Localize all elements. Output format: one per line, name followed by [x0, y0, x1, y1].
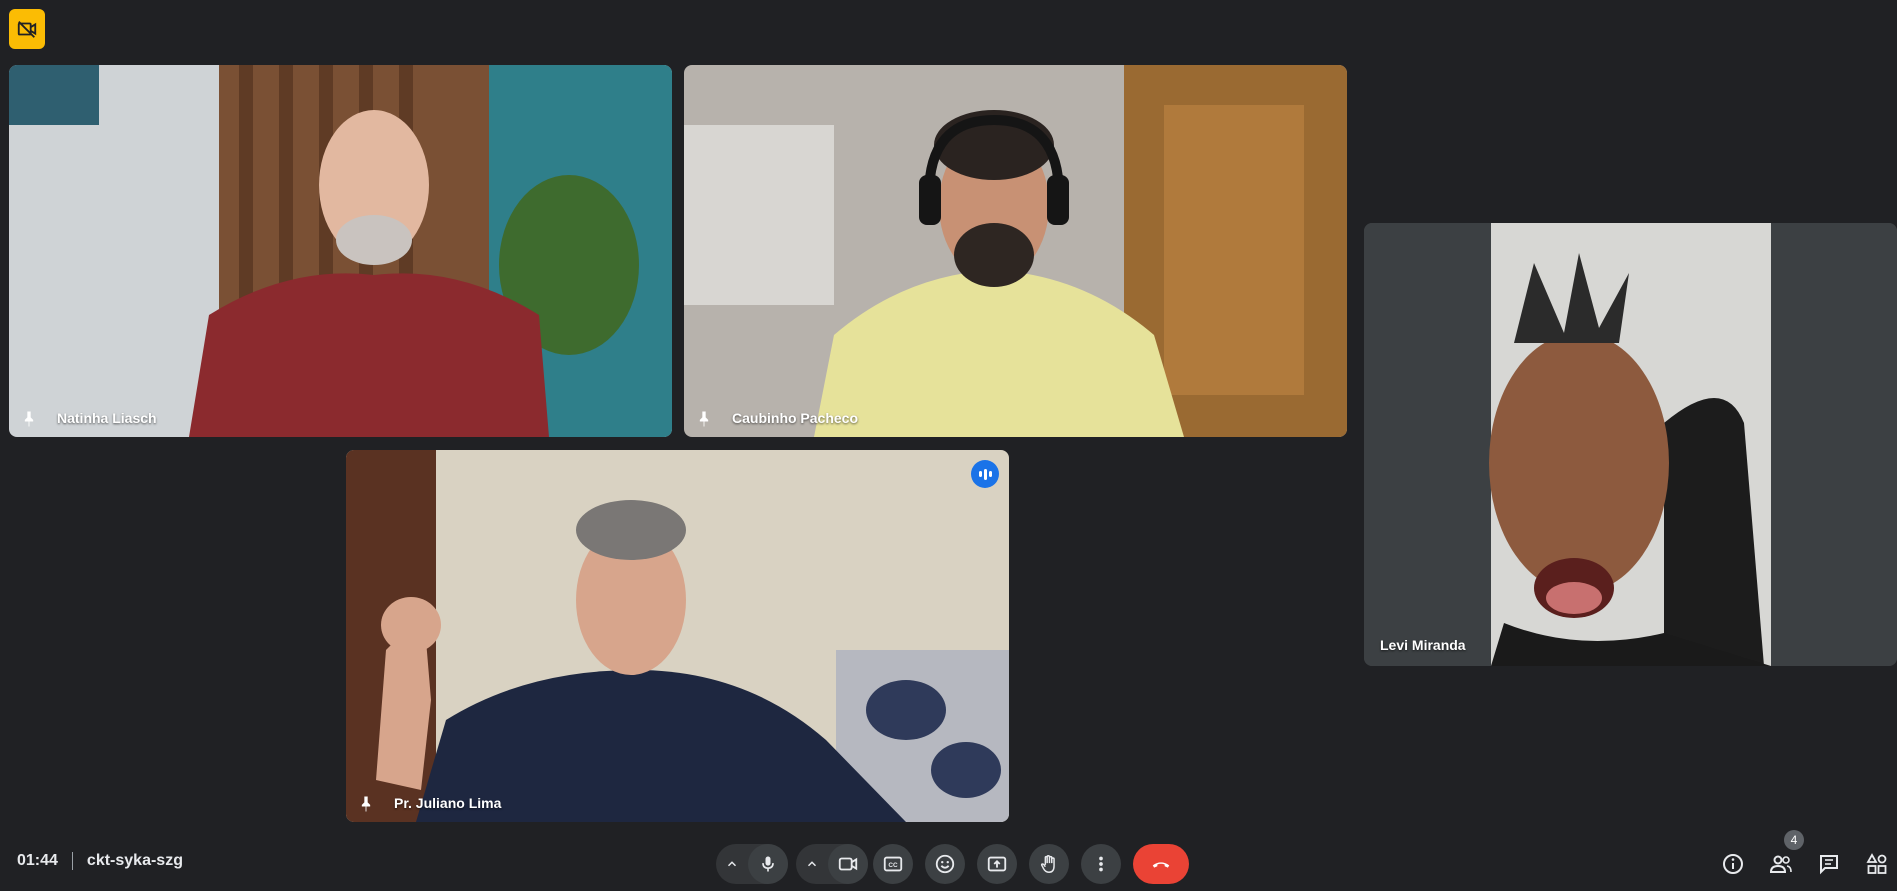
present-button[interactable] — [977, 844, 1017, 884]
activities-icon — [1866, 853, 1887, 874]
participant-video — [1364, 223, 1897, 666]
participant-tile-natinha[interactable]: Natinha Liasch — [9, 65, 672, 437]
hand-icon — [1040, 855, 1055, 873]
participant-tile-levi[interactable]: Levi Miranda — [1364, 223, 1897, 666]
more-options-button[interactable] — [1081, 844, 1121, 884]
meeting-time: 01:44 — [17, 852, 58, 869]
info-icon — [1723, 854, 1743, 874]
chevron-up-icon — [807, 861, 817, 867]
meeting-details-button[interactable] — [1717, 848, 1749, 880]
participant-tile-caubinho[interactable]: Caubinho Pacheco — [684, 65, 1347, 437]
pin-icon[interactable] — [19, 409, 39, 429]
mic-control — [716, 844, 788, 884]
participant-video — [9, 65, 672, 437]
camera-icon — [838, 857, 858, 871]
leave-call-button[interactable] — [1133, 844, 1189, 884]
people-button[interactable] — [1765, 848, 1797, 880]
chat-icon — [1820, 855, 1838, 875]
speaking-indicator — [971, 460, 999, 488]
camera-button[interactable] — [828, 844, 868, 884]
svg-text:CC: CC — [888, 862, 898, 869]
participant-name: Natinha Liasch — [57, 410, 157, 426]
no-video-badge[interactable] — [9, 9, 45, 49]
mic-options-button[interactable] — [716, 844, 748, 884]
more-vert-icon — [1099, 856, 1103, 872]
pin-icon[interactable] — [694, 409, 714, 429]
camera-options-button[interactable] — [796, 844, 828, 884]
present-icon — [987, 856, 1007, 872]
emoji-icon — [935, 854, 955, 874]
participant-name: Caubinho Pacheco — [732, 410, 859, 426]
reactions-button[interactable] — [925, 844, 965, 884]
raise-hand-button[interactable] — [1029, 844, 1069, 884]
captions-icon: CC — [883, 856, 903, 872]
captions-button[interactable]: CC — [873, 844, 913, 884]
mic-icon — [762, 856, 774, 872]
chevron-up-icon — [727, 861, 737, 867]
chat-button[interactable] — [1813, 848, 1845, 880]
activities-button[interactable] — [1861, 848, 1893, 880]
participant-name: Pr. Juliano Lima — [394, 795, 502, 811]
participant-video — [346, 450, 1009, 822]
end-call-icon — [1152, 862, 1170, 868]
mic-button[interactable] — [748, 844, 788, 884]
meeting-code: ckt-syka-szg — [86, 852, 183, 869]
pin-icon[interactable] — [356, 794, 376, 814]
people-icon — [1769, 855, 1792, 873]
participant-video — [684, 65, 1347, 437]
meeting-info: 01:44 ckt-syka-szg — [17, 852, 183, 870]
participant-tile-juliano[interactable]: Pr. Juliano Lima — [346, 450, 1009, 822]
participant-count-badge: 4 — [1784, 830, 1804, 850]
camera-off-icon — [17, 21, 37, 38]
divider — [71, 852, 73, 870]
participant-name: Levi Miranda — [1380, 637, 1466, 653]
camera-control — [796, 844, 868, 884]
